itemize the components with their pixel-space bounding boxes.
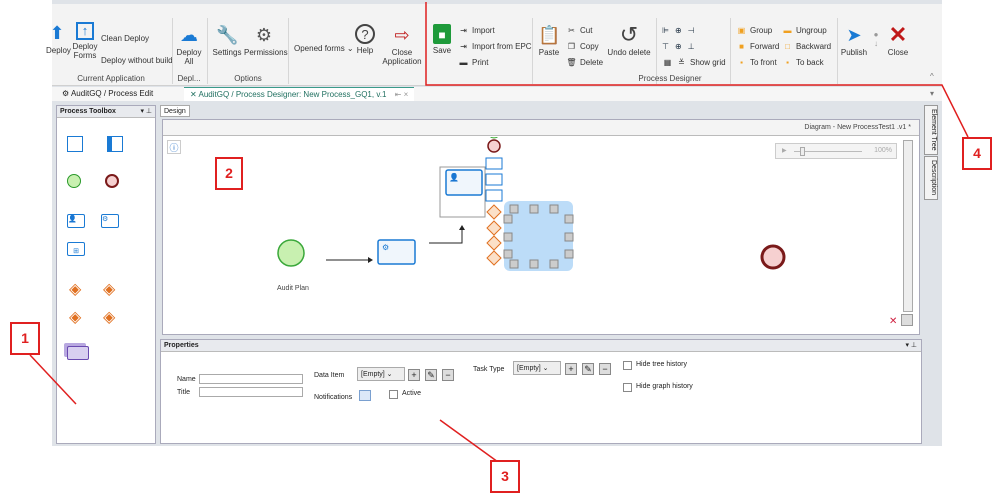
- annotation-lines: [29, 2, 969, 463]
- annotation-4: 4: [962, 137, 992, 170]
- annotation-1: 1: [10, 322, 40, 355]
- annotation-2: 2: [215, 157, 243, 190]
- annotation-3: 3: [490, 460, 520, 493]
